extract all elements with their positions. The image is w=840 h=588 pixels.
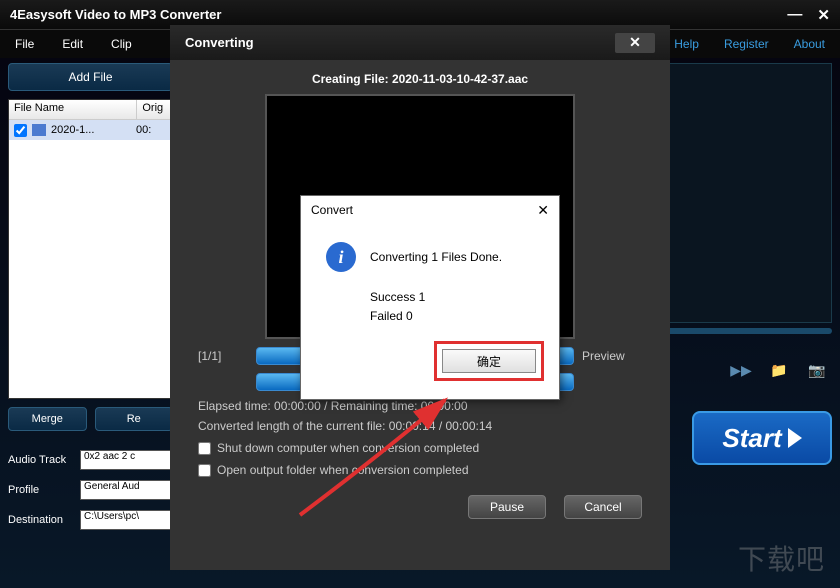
open-icon[interactable]: 📁	[764, 362, 794, 379]
shutdown-checkbox[interactable]	[198, 442, 211, 455]
failed-text: Failed 0	[370, 309, 534, 323]
openfolder-checkbox[interactable]	[198, 464, 211, 477]
profile-label: Profile	[8, 484, 80, 496]
cancel-button[interactable]: Cancel	[564, 495, 642, 519]
audio-track-select[interactable]: 0x2 aac 2 c	[80, 450, 173, 470]
msgbox-close-icon[interactable]: ✕	[537, 202, 549, 219]
preview-label[interactable]: Preview	[582, 349, 642, 363]
audio-track-label: Audio Track	[8, 454, 80, 466]
close-button[interactable]: ✕	[817, 6, 830, 24]
left-panel: Add File File Name Orig 2020-1... 00: Me…	[8, 63, 173, 583]
start-button[interactable]: Start	[692, 411, 832, 465]
progress-count: [1/1]	[198, 349, 248, 363]
menu-clip[interactable]: Clip	[111, 37, 132, 51]
arrow-icon	[788, 428, 802, 448]
destination-input[interactable]: C:\Users\pc\	[80, 510, 173, 530]
file-checkbox[interactable]	[14, 124, 27, 137]
success-text: Success 1	[370, 290, 534, 304]
window-buttons: — ✕	[787, 6, 830, 24]
dialog-title-text: Converting	[185, 35, 254, 50]
next-icon[interactable]: ▶▶	[726, 362, 756, 379]
menu-register[interactable]: Register	[724, 37, 769, 51]
openfolder-label: Open output folder when conversion compl…	[217, 463, 469, 477]
menu-help[interactable]: Help	[674, 37, 699, 51]
file-duration: 00:	[136, 124, 151, 136]
done-text: Converting 1 Files Done.	[370, 250, 502, 264]
app-title: 4Easysoft Video to MP3 Converter	[10, 7, 787, 22]
dialog-close-button[interactable]: ✕	[615, 33, 655, 53]
destination-label: Destination	[8, 514, 80, 526]
file-list: File Name Orig 2020-1... 00:	[8, 99, 173, 399]
ok-highlight: 确定	[434, 341, 544, 381]
menu-edit[interactable]: Edit	[62, 37, 83, 51]
converted-length-text: Converted length of the current file: 00…	[198, 419, 642, 433]
file-row[interactable]: 2020-1... 00:	[9, 120, 172, 140]
col-orig[interactable]: Orig	[137, 100, 172, 119]
menu-file[interactable]: File	[15, 37, 34, 51]
ok-button[interactable]: 确定	[442, 349, 536, 373]
msgbox-title-text: Convert	[311, 203, 353, 217]
remove-button[interactable]: Re	[95, 407, 174, 431]
convert-messagebox: Convert ✕ i Converting 1 Files Done. Suc…	[300, 195, 560, 400]
info-icon: i	[326, 242, 356, 272]
merge-button[interactable]: Merge	[8, 407, 87, 431]
shutdown-label: Shut down computer when conversion compl…	[217, 441, 479, 455]
menu-about[interactable]: About	[794, 37, 825, 51]
elapsed-time-text: Elapsed time: 00:00:00 / Remaining time:…	[198, 399, 642, 413]
video-icon	[32, 124, 46, 136]
col-filename[interactable]: File Name	[9, 100, 137, 119]
profile-select[interactable]: General Aud	[80, 480, 173, 500]
pause-button[interactable]: Pause	[468, 495, 546, 519]
file-name-text: 2020-1...	[51, 124, 136, 136]
snapshot-icon[interactable]: 📷	[802, 362, 832, 379]
settings-panel: Audio Track 0x2 aac 2 c Profile General …	[8, 449, 173, 539]
creating-file-text: Creating File: 2020-11-03-10-42-37.aac	[198, 72, 642, 86]
minimize-button[interactable]: —	[787, 6, 802, 24]
add-file-button[interactable]: Add File	[8, 63, 173, 91]
